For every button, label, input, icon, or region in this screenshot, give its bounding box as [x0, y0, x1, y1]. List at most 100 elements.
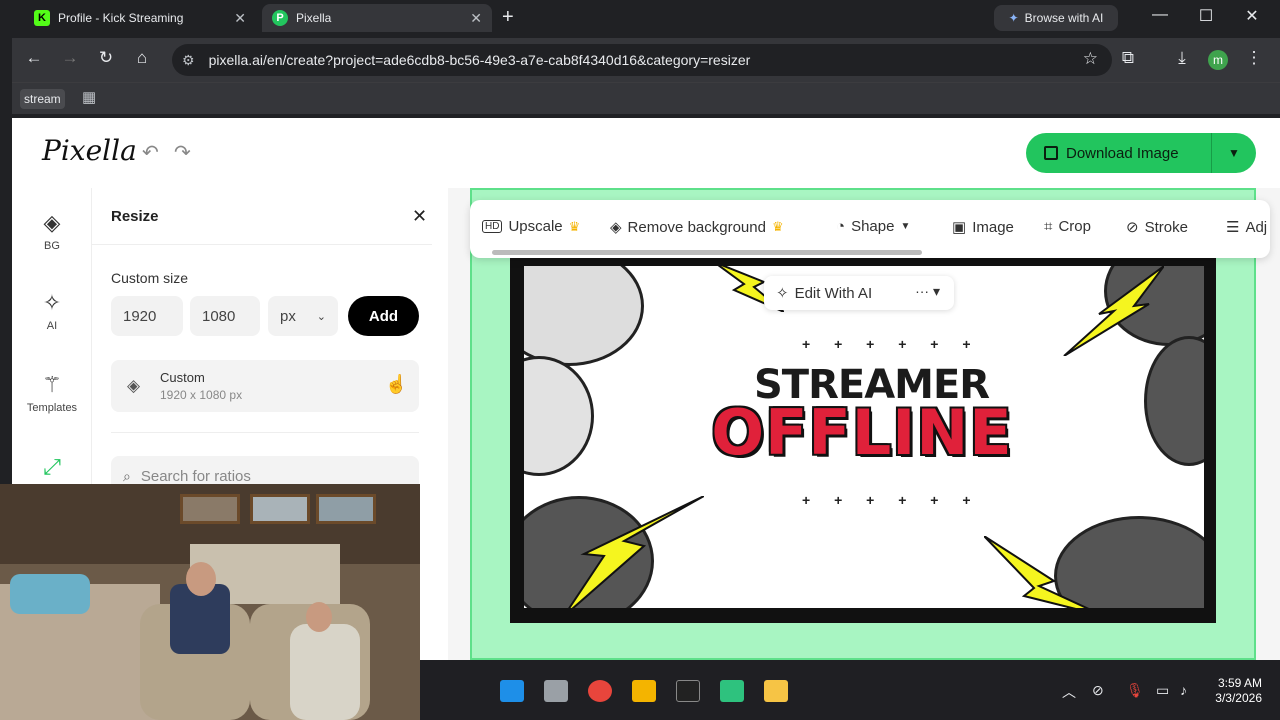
forward-icon[interactable]: →	[58, 48, 82, 68]
display-icon[interactable]: ▭	[1156, 682, 1169, 699]
reload-icon[interactable]: ↻	[94, 48, 118, 68]
artwork-image[interactable]: + + + + + + STREAMER OFFLINE + + + + + +	[510, 258, 1216, 623]
image-label: Image	[972, 218, 1014, 236]
clock[interactable]: 3:59 AM 3/3/2026	[1210, 676, 1262, 706]
stroke-icon: ⊘	[1126, 219, 1139, 236]
tab-pixella[interactable]: P Pixella ✕	[262, 4, 492, 32]
close-window-icon[interactable]: ✕	[1240, 6, 1264, 26]
webcam-overlay	[0, 484, 420, 720]
preset-dims: 1920 x 1080 px	[160, 388, 243, 402]
search-placeholder: Search for ratios	[140, 467, 251, 485]
crop-icon: ⌗	[1044, 218, 1053, 235]
webcam-blanket	[290, 624, 360, 720]
file-explorer-icon[interactable]	[764, 680, 788, 702]
task-view-icon[interactable]	[544, 680, 568, 702]
volume-icon[interactable]: ♪	[1180, 682, 1187, 698]
new-tab-icon[interactable]: +	[502, 6, 514, 29]
layers-icon: ◈	[610, 219, 622, 236]
plus-row: + + + + + +	[802, 336, 981, 352]
chevron-down-icon: ▼	[900, 221, 911, 232]
profile-avatar[interactable]: m	[1208, 50, 1228, 70]
crown-icon: ♛	[771, 219, 784, 234]
download-icon[interactable]: ⤓	[1170, 48, 1194, 68]
remove-background-button[interactable]: ◈ Remove background ♛	[610, 218, 784, 237]
sparkle-icon: ✧	[42, 290, 62, 315]
menu-kebab-icon[interactable]: ⋮	[1242, 48, 1266, 68]
windows-start-icon[interactable]	[500, 680, 524, 702]
kick-favicon-icon: K	[34, 10, 50, 26]
more-options-icon[interactable]: ··· ▾	[915, 283, 940, 300]
image-button[interactable]: ▣ Image	[952, 218, 1014, 237]
upscale-button[interactable]: HD Upscale ♛	[482, 218, 580, 235]
browse-with-ai-button[interactable]: ✦ Browse with AI	[994, 5, 1118, 31]
close-tab-icon[interactable]: ✕	[470, 10, 482, 27]
close-panel-icon[interactable]: ✕	[412, 206, 427, 227]
tab-title: Pixella	[296, 11, 332, 25]
add-button[interactable]: Add	[348, 296, 419, 336]
stroke-label: Stroke	[1144, 218, 1188, 236]
close-tab-icon[interactable]: ✕	[234, 10, 246, 27]
bookmark-stream[interactable]: stream	[20, 89, 65, 109]
tray-chevron-icon[interactable]: ︿	[1062, 682, 1076, 702]
width-input[interactable]: 1920	[111, 296, 183, 336]
address-bar[interactable]: ⚙ pixella.ai/en/create?project=ade6cdb8-…	[172, 44, 1112, 76]
stroke-button[interactable]: ⊘ Stroke	[1126, 218, 1188, 237]
shape-icon: ◔	[836, 218, 846, 235]
plus-row: + + + + + +	[802, 492, 981, 508]
shape-button[interactable]: ◔ Shape ▼	[836, 218, 910, 235]
webcam-person-head	[186, 562, 216, 596]
divider	[111, 432, 419, 433]
crown-icon: ♛	[568, 218, 581, 234]
webcam-window	[316, 494, 376, 524]
chrome-icon[interactable]	[588, 680, 612, 702]
adjust-button[interactable]: ☰ Adj	[1226, 218, 1268, 237]
crop-label: Crop	[1058, 218, 1091, 235]
adjust-label: Adj	[1245, 218, 1268, 236]
nav-bg[interactable]: ◈ BG	[12, 210, 92, 252]
apps-grid-icon[interactable]: ▦	[82, 88, 96, 106]
site-info-icon[interactable]: ⚙	[182, 52, 195, 69]
nav-ai[interactable]: ✧ AI	[12, 290, 92, 332]
download-image-button[interactable]: Download Image ▼	[1026, 133, 1256, 173]
pixella-logo[interactable]: Pixella	[42, 134, 137, 167]
height-input[interactable]: 1080	[190, 296, 260, 336]
nav-templates[interactable]: ⚚ Templates	[12, 372, 92, 414]
artwork-title-offline: OFFLINE	[711, 396, 1013, 469]
network-off-icon[interactable]: ⊘	[1092, 682, 1104, 699]
image-icon: ▣	[952, 219, 967, 236]
download-main[interactable]: Download Image	[1026, 133, 1212, 173]
browser-tab-bar: K Profile - Kick Streaming ✕ P Pixella ✕…	[0, 0, 1280, 36]
bookmark-star-icon[interactable]: ☆	[1083, 49, 1098, 69]
pixella-favicon-icon: P	[272, 10, 288, 26]
toolbar-scrollbar[interactable]	[492, 250, 922, 255]
remove-bg-label: Remove background	[627, 218, 766, 236]
rockstar-icon[interactable]	[632, 680, 656, 702]
nav-label: AI	[46, 320, 58, 332]
windows-taskbar: ︿ ⊘ 🎙 ▭ ♪ 3:59 AM 3/3/2026	[420, 660, 1280, 720]
unit-select[interactable]: px ⌄	[268, 296, 338, 336]
nav-label: Templates	[26, 402, 78, 414]
undo-icon[interactable]: ↶	[142, 140, 159, 165]
microphone-icon[interactable]: 🎙	[1126, 682, 1144, 699]
tab-kick[interactable]: K Profile - Kick Streaming ✕	[24, 4, 256, 32]
cloud-shape	[524, 266, 644, 366]
preset-custom-card[interactable]: ◈ Custom 1920 x 1080 px ☝	[111, 360, 419, 412]
gemini-icon: ✦	[1008, 11, 1019, 25]
redo-icon[interactable]: ↷	[174, 140, 191, 165]
divider	[92, 244, 432, 245]
search-icon: ⌕	[123, 467, 131, 484]
nav-resize[interactable]: ⤢	[12, 454, 92, 484]
nav-label: BG	[44, 240, 60, 252]
maximize-icon[interactable]: ☐	[1194, 6, 1218, 26]
home-icon[interactable]: ⌂	[130, 48, 154, 68]
download-dropdown-icon[interactable]: ▼	[1212, 146, 1256, 160]
crop-button[interactable]: ⌗ Crop	[1044, 218, 1091, 235]
tab-title: Profile - Kick Streaming	[58, 11, 184, 25]
minimize-icon[interactable]: —	[1148, 6, 1172, 24]
canvas-toolbar: HD Upscale ♛ ◈ Remove background ♛ ◔ Sha…	[470, 200, 1270, 258]
back-icon[interactable]: ←	[22, 48, 46, 68]
edit-with-ai-button[interactable]: ✧ Edit With AI ··· ▾	[764, 276, 954, 310]
tab-search-icon[interactable]: ⧉	[1116, 48, 1140, 68]
streaming-app-icon[interactable]	[720, 680, 744, 702]
epic-games-icon[interactable]	[676, 680, 700, 702]
